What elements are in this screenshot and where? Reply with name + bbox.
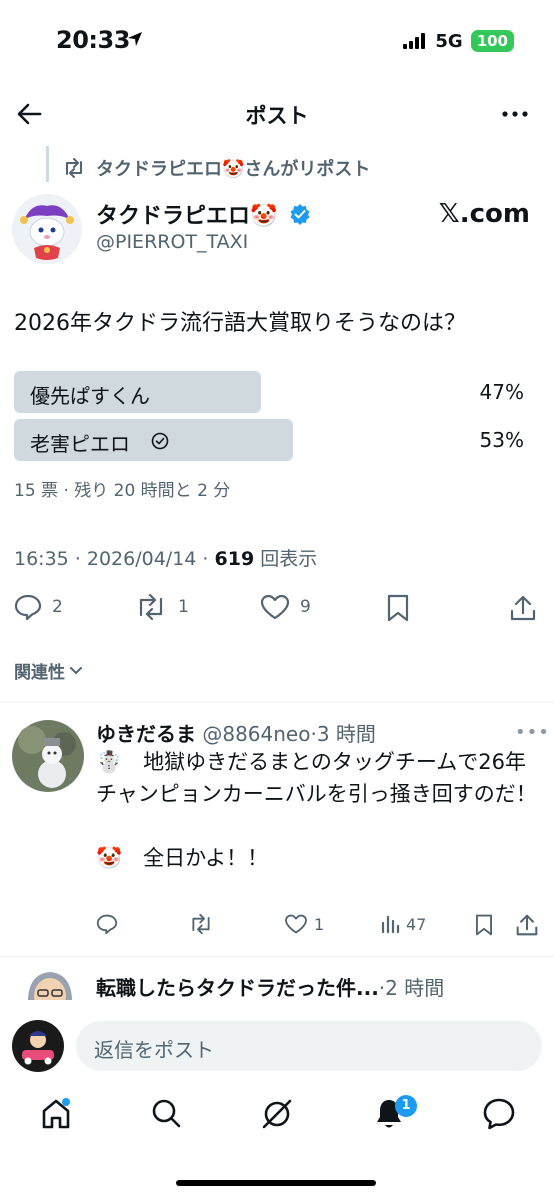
home-unread-dot — [62, 1098, 70, 1106]
post-date: 16:35 · 2026/04/14 · — [14, 548, 215, 570]
reply-2-name: 転職したらタクドラだった件... — [96, 976, 379, 1000]
reply-1-view-count: 47 — [406, 914, 427, 934]
post-timestamp: 16:35 · 2026/04/14 · 619 回表示 — [14, 544, 317, 571]
analytics-icon — [381, 915, 400, 934]
poll-option-1-label: 優先ぱすくん — [30, 384, 150, 408]
network-type: 5G — [435, 30, 463, 52]
reply-1-meta: @8864neo·3 時間 — [196, 722, 376, 746]
sort-label: 関連性 — [14, 663, 65, 683]
like-button[interactable]: 9 — [260, 594, 311, 620]
reply-button[interactable]: 2 — [14, 594, 63, 620]
grok-icon[interactable] — [260, 1097, 294, 1131]
repost-icon — [66, 158, 82, 178]
repost-count: 1 — [178, 597, 189, 617]
reply-1-text: ☃️ 地獄ゆきだるまとのタッグチームで26年チャンピョンカーニバルを引っ掻き回す… — [96, 746, 546, 874]
verified-icon — [290, 204, 310, 225]
thread-line — [46, 146, 49, 182]
reply-1-reply-button[interactable] — [96, 914, 118, 934]
divider — [0, 702, 554, 703]
like-icon — [285, 914, 307, 934]
reply-1-line-1: ☃️ 地獄ゆきだるまとのタッグチームで26年チャンピョンカーニバルを引っ掻き回す… — [96, 750, 537, 806]
repost-context[interactable]: タクドラピエロ🤡さんがリポスト — [96, 155, 370, 181]
poll-option-2-label: 老害ピエロ — [30, 432, 130, 456]
reply-1-share-icon[interactable] — [516, 913, 538, 937]
location-arrow-icon — [128, 32, 142, 46]
repost-icon — [192, 914, 210, 934]
signal-icon — [403, 33, 426, 49]
reply-1-avatar[interactable] — [12, 720, 84, 792]
reply-2-header[interactable]: 転職したらタクドラだった件...·2 時間 — [96, 972, 444, 1001]
home-indicator — [176, 1180, 376, 1186]
reply-1-bookmark-icon[interactable] — [474, 914, 494, 936]
poll-meta: 15 票 · 残り 20 時間と 2 分 — [14, 481, 231, 501]
reply-count: 2 — [52, 597, 63, 617]
bookmark-icon[interactable] — [386, 594, 410, 622]
messages-icon[interactable] — [482, 1097, 516, 1131]
status-indicators: 5G 100 — [403, 30, 514, 52]
reply-1-header[interactable]: ゆきだるま @8864neo·3 時間 — [96, 718, 376, 747]
like-icon — [260, 594, 290, 620]
notification-badge: 1 — [395, 1095, 417, 1117]
more-icon[interactable] — [502, 110, 528, 118]
repost-icon — [139, 594, 163, 620]
like-count: 9 — [300, 597, 311, 617]
chevron-down-icon — [70, 666, 82, 674]
view-count: 619 — [214, 548, 255, 570]
reply-1-line-2: 🤡 全日かよ！！ — [96, 846, 269, 870]
author-name[interactable]: タクドラピエロ🤡 — [96, 198, 277, 230]
reply-1-name: ゆきだるま — [96, 722, 196, 746]
reply-1-views[interactable]: 47 — [380, 914, 426, 934]
post-text: 2026年タクドラ流行語大賞取りそうなのは？ — [14, 311, 466, 336]
author-avatar[interactable] — [12, 194, 82, 264]
reply-1-like-count: 1 — [314, 914, 325, 934]
voted-check-icon — [151, 432, 169, 450]
battery-level: 100 — [470, 30, 514, 52]
my-avatar[interactable] — [12, 1020, 64, 1072]
reply-1-repost-button[interactable] — [188, 914, 214, 934]
reply-2-meta: ·2 時間 — [378, 976, 445, 1000]
sort-relevance-toggle[interactable]: 関連性 — [14, 658, 83, 683]
view-count-label: 回表示 — [254, 548, 318, 570]
status-time: 20:33 — [56, 26, 142, 54]
repost-button[interactable]: 1 — [134, 594, 189, 620]
search-icon[interactable] — [150, 1097, 182, 1129]
poll-option-2-percent: 53% — [479, 428, 524, 452]
reply-1-like-button[interactable]: 1 — [284, 914, 324, 934]
reply-1-more-icon[interactable]: ••• — [515, 722, 550, 743]
share-icon[interactable] — [510, 594, 536, 622]
poll-option-1-percent: 47% — [479, 380, 524, 404]
source-label: 𝕏.com — [438, 199, 530, 229]
author-handle[interactable]: @PIERROT_TAXI — [96, 231, 248, 253]
reply-input[interactable]: 返信をポスト — [76, 1021, 542, 1071]
reply-icon — [96, 914, 118, 934]
page-title: ポスト — [245, 104, 309, 128]
divider — [0, 956, 554, 957]
reply-icon — [14, 594, 42, 620]
